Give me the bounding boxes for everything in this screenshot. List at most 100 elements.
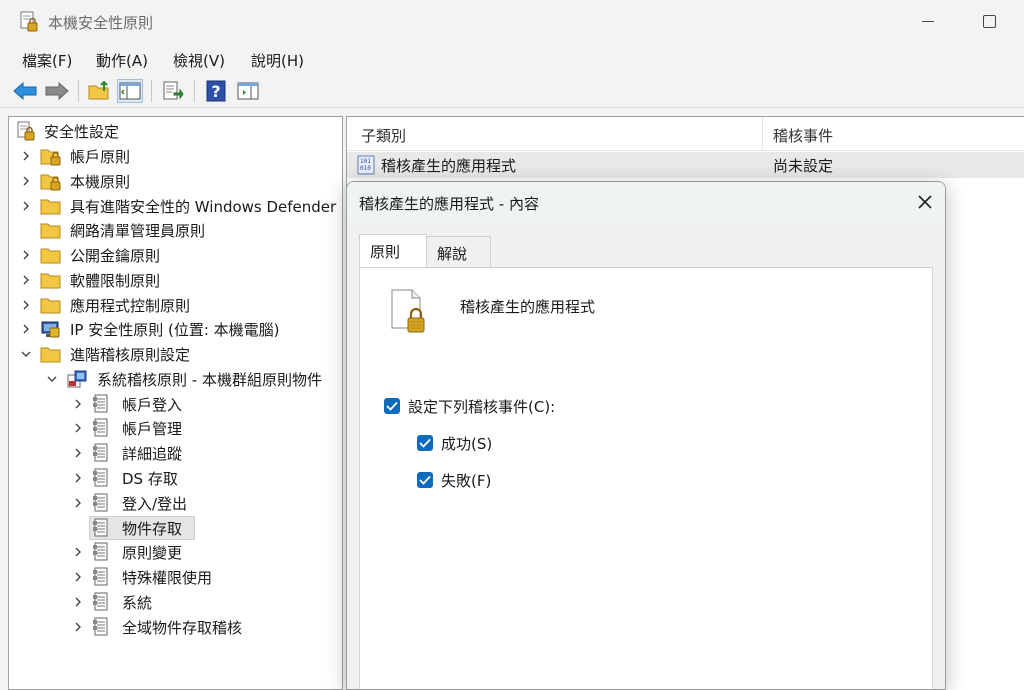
success-checkbox[interactable] — [417, 435, 433, 451]
tree-item-level1[interactable]: 軟體限制原則 — [9, 268, 342, 292]
show-hide-tree-button[interactable] — [117, 79, 143, 103]
chevron-right-icon[interactable] — [71, 620, 85, 634]
tree-item-level1[interactable]: 進階稽核原則設定 — [9, 342, 342, 366]
toolbar-separator — [194, 80, 195, 102]
back-button[interactable] — [12, 79, 38, 103]
chevron-right-icon[interactable] — [71, 421, 85, 435]
audit-category-icon — [92, 542, 114, 562]
column-divider[interactable] — [762, 117, 763, 151]
tree-item-audit-category[interactable]: 帳戶管理 — [9, 416, 342, 440]
folder-icon — [40, 196, 62, 216]
tree-item-audit-category[interactable]: 特殊權限使用 — [9, 565, 342, 589]
chevron-right-icon[interactable] — [19, 273, 33, 287]
chevron-right-icon[interactable] — [71, 570, 85, 584]
console-tree: 安全性設定 帳戶原則本機原則具有進階安全性的 Windows Defender 網… — [8, 116, 343, 690]
tree-item-audit-category[interactable]: 系統 — [9, 590, 342, 614]
column-audit-events[interactable]: 稽核事件 — [773, 125, 833, 146]
tree-item-level1[interactable]: 網路清單管理員原則 — [9, 218, 342, 242]
tree-item-level1[interactable]: 本機原則 — [9, 169, 342, 193]
chevron-right-icon[interactable] — [71, 496, 85, 510]
dialog-title-bar: 稽核產生的應用程式 - 內容 — [347, 182, 945, 222]
tree-item-level1[interactable]: 應用程式控制原則 — [9, 293, 342, 317]
tree-item-label: 特殊權限使用 — [122, 569, 213, 588]
tree-item-audit-category[interactable]: 物件存取 — [9, 515, 342, 540]
folder-icon — [40, 295, 62, 315]
menu-action[interactable]: 動作(A) — [96, 50, 148, 71]
tree-item-label: 全域物件存取稽核 — [122, 618, 243, 637]
tree-item-level1[interactable]: 公開金鑰原則 — [9, 243, 342, 267]
tree-item-security-settings[interactable]: 安全性設定 — [9, 119, 342, 143]
help-button[interactable]: ? — [203, 79, 229, 103]
tree-item-audit-policy-root[interactable]: 系統稽核原則 - 本機群組原則物件 — [9, 367, 342, 391]
chevron-right-icon[interactable] — [19, 322, 33, 336]
list-item[interactable]: 101 010 稽核產生的應用程式 尚未設定 — [347, 152, 1024, 178]
tree-item-audit-category[interactable]: 登入/登出 — [9, 491, 342, 515]
audit-category-icon — [92, 567, 114, 587]
chevron-right-icon[interactable] — [71, 397, 85, 411]
tree-item-label: 帳戶管理 — [122, 420, 183, 439]
menu-help[interactable]: 說明(H) — [251, 50, 304, 71]
svg-text:?: ? — [211, 82, 220, 101]
tree-item-label: 本機原則 — [70, 172, 131, 191]
menu-view[interactable]: 檢視(V) — [173, 50, 225, 71]
tree-item-label: 系統稽核原則 - 本機群組原則物件 — [97, 371, 322, 389]
audit-category-icon — [92, 592, 114, 612]
checkmark-icon — [419, 475, 431, 485]
toolbar: ? — [0, 74, 1024, 108]
tree-item-audit-category[interactable]: 原則變更 — [9, 540, 342, 564]
minimize-button[interactable] — [922, 21, 934, 22]
tree-item-audit-category[interactable]: 全域物件存取稽核 — [9, 615, 342, 639]
export-list-button[interactable] — [160, 79, 186, 103]
chevron-right-icon[interactable] — [19, 199, 33, 213]
tree-item-level1[interactable]: IP 安全性原則 (位置: 本機電腦) — [9, 317, 342, 341]
configure-events-label[interactable]: 設定下列稽核事件(C): — [408, 396, 555, 417]
forward-button[interactable] — [44, 79, 70, 103]
column-subcategory[interactable]: 子類別 — [361, 125, 406, 146]
help-icon: ? — [206, 80, 226, 102]
folder-icon — [40, 270, 62, 290]
chevron-right-icon[interactable] — [71, 446, 85, 460]
audit-category-icon — [92, 418, 114, 438]
policy-name: 稽核產生的應用程式 — [460, 298, 596, 316]
configure-events-checkbox[interactable] — [384, 398, 400, 414]
chevron-right-icon[interactable] — [71, 471, 85, 485]
chevron-right-icon[interactable] — [71, 595, 85, 609]
list-header: 子類別 稽核事件 — [347, 117, 1024, 151]
chevron-right-icon[interactable] — [19, 174, 33, 188]
tree-item-audit-category[interactable]: 詳細追蹤 — [9, 441, 342, 465]
tree-item-label: 進階稽核原則設定 — [70, 346, 191, 364]
success-label[interactable]: 成功(S) — [441, 433, 492, 454]
failure-label[interactable]: 失敗(F) — [441, 470, 491, 491]
tree-item-label: 軟體限制原則 — [70, 271, 161, 290]
tab-explain[interactable]: 解說 — [427, 236, 491, 268]
failure-checkbox[interactable] — [417, 472, 433, 488]
maximize-button[interactable] — [983, 15, 996, 28]
menu-file[interactable]: 檔案(F) — [22, 50, 72, 71]
tab-policy[interactable]: 原則 — [359, 234, 427, 268]
close-icon[interactable] — [913, 190, 937, 214]
checkmark-icon — [386, 401, 398, 411]
tree-item-audit-category[interactable]: 帳戶登入 — [9, 392, 342, 416]
chevron-right-icon[interactable] — [19, 149, 33, 163]
tree-item-label: DS 存取 — [122, 469, 178, 488]
chevron-right-icon[interactable] — [19, 298, 33, 312]
tree-item-label: 原則變更 — [122, 544, 183, 563]
audit-category-icon — [92, 617, 114, 637]
audit-policy-icon: 101 010 — [357, 155, 375, 175]
tree-item-level1[interactable]: 具有進階安全性的 Windows Defender — [9, 194, 342, 218]
tree-item-audit-category[interactable]: DS 存取 — [9, 466, 342, 490]
toolbar-separator — [78, 80, 79, 102]
up-folder-button[interactable] — [86, 79, 112, 103]
tree-item-level1[interactable]: 帳戶原則 — [9, 144, 342, 168]
toolbar-separator — [151, 80, 152, 102]
chevron-down-icon[interactable] — [19, 347, 33, 361]
tree-item-label: 網路清單管理員原則 — [70, 222, 206, 241]
chevron-down-icon[interactable] — [45, 372, 59, 386]
chevron-right-icon[interactable] — [19, 248, 33, 262]
tree-item-label: 具有進階安全性的 Windows Defender — [70, 197, 337, 216]
show-action-pane-button[interactable] — [235, 79, 261, 103]
lock-folder-icon — [40, 146, 62, 166]
chevron-right-icon[interactable] — [71, 545, 85, 559]
tree-item-label: 物件存取 — [122, 519, 183, 538]
tree-item-label: 公開金鑰原則 — [70, 247, 161, 265]
